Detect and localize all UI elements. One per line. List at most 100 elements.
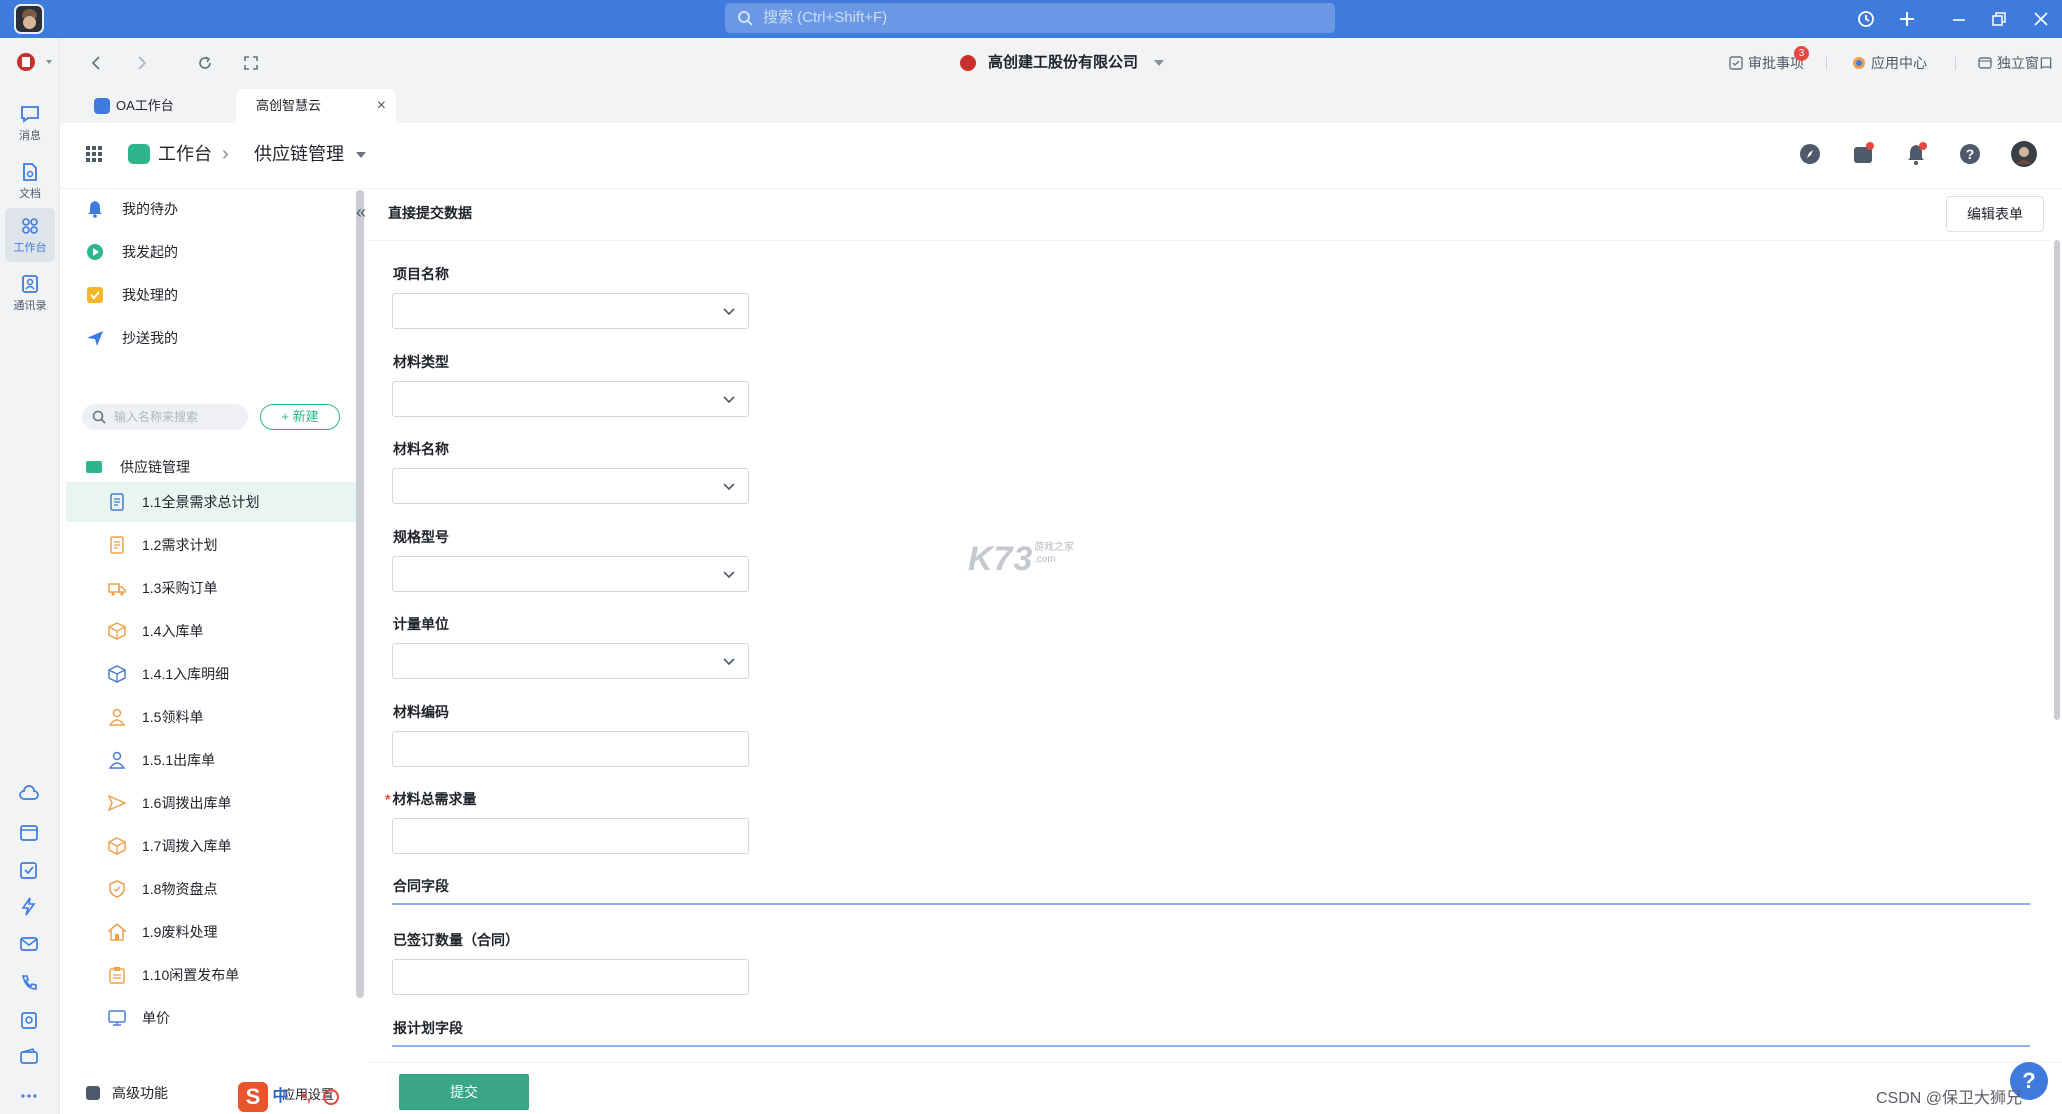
sidebar-form-item[interactable]: 1.5.1出库单: [66, 740, 356, 780]
sidebar-form-item[interactable]: 1.3采购订单: [66, 568, 356, 608]
history-icon[interactable]: [1856, 9, 1876, 29]
section-divider: [392, 1045, 2030, 1047]
sidebar-form-item[interactable]: 1.8物资盘点: [66, 869, 356, 909]
lightning-icon[interactable]: [18, 896, 40, 916]
wallet-icon[interactable]: [18, 1046, 40, 1066]
help-icon[interactable]: ?: [1958, 142, 1982, 166]
sidebar-form-item[interactable]: 1.4.1入库明细: [66, 654, 356, 694]
rail-item-docs[interactable]: 文档: [5, 154, 55, 208]
select-field[interactable]: [392, 643, 749, 679]
signed-qty-field[interactable]: [392, 959, 749, 995]
more-icon[interactable]: [18, 1086, 40, 1106]
folder-supply-chain[interactable]: 供应链管理: [86, 452, 190, 482]
divider: [1955, 56, 1956, 70]
doc-icon: [108, 493, 126, 511]
title-bar: 搜索 (Ctrl+Shift+F): [0, 0, 2062, 38]
rail-item-workbench[interactable]: 工作台: [5, 208, 55, 262]
sidebar-item-initiated[interactable]: 我发起的: [86, 237, 178, 267]
compass-icon[interactable]: [1798, 142, 1822, 166]
sidebar-form-item[interactable]: 1.10闲置发布单: [66, 955, 356, 995]
box-icon: [108, 665, 126, 683]
sidebar-form-label: 1.6调拨出库单: [142, 795, 232, 811]
clipboard-icon[interactable]: [18, 1010, 40, 1030]
chevron-down-icon: [722, 656, 736, 668]
breadcrumb-current[interactable]: 供应链管理: [254, 140, 344, 168]
sidebar-form-item[interactable]: 1.7调拨入库单: [66, 826, 356, 866]
form-scrollbar[interactable]: [2054, 240, 2060, 720]
field-label: 项目名称: [393, 266, 449, 282]
search-icon: [92, 410, 106, 424]
new-button[interactable]: + 新建: [260, 404, 340, 430]
collapse-sidebar-icon[interactable]: «: [356, 202, 366, 223]
tab-oa-workbench[interactable]: OA工作台: [82, 89, 232, 123]
task-check-icon[interactable]: [18, 860, 40, 880]
sidebar-item-handled[interactable]: 我处理的: [86, 280, 178, 310]
back-icon[interactable]: [88, 54, 104, 72]
doc-icon: [108, 536, 126, 554]
calendar-icon[interactable]: [18, 822, 40, 842]
brand-logo[interactable]: [16, 52, 52, 72]
text-field[interactable]: [392, 731, 749, 767]
select-field[interactable]: [392, 293, 749, 329]
box-icon: [108, 837, 126, 855]
standalone-window-link[interactable]: 独立窗口: [1977, 53, 2053, 73]
box-icon: [108, 622, 126, 640]
user-avatar[interactable]: [14, 4, 44, 34]
forward-icon[interactable]: [134, 54, 150, 72]
ime-toolbar[interactable]: S 中 •,: [238, 1080, 340, 1114]
advanced-features-button[interactable]: 高级功能: [86, 1082, 168, 1104]
close-icon[interactable]: [2032, 9, 2050, 29]
fullscreen-icon[interactable]: [242, 54, 260, 72]
apps-grid-icon[interactable]: [84, 144, 104, 164]
edit-form-button[interactable]: 编辑表单: [1946, 196, 2044, 232]
approve-link[interactable]: 审批事项: [1728, 53, 1804, 73]
sidebar-form-label: 1.5.1出库单: [142, 752, 216, 768]
required-mark: *: [385, 791, 391, 807]
text-field[interactable]: [392, 818, 749, 854]
chevron-down-icon: [722, 481, 736, 493]
global-search-input[interactable]: 搜索 (Ctrl+Shift+F): [725, 3, 1335, 33]
csdn-watermark: CSDN @保卫大狮兄: [1876, 1090, 2023, 1107]
refresh-icon[interactable]: [196, 54, 214, 72]
company-switcher[interactable]: 高创建工股份有限公司: [960, 50, 1165, 76]
sidebar-form-item[interactable]: 1.1全景需求总计划: [66, 482, 356, 522]
tab-close-icon[interactable]: ×: [377, 89, 386, 123]
cloud-icon[interactable]: [18, 784, 40, 804]
phone-icon[interactable]: [18, 972, 40, 992]
user-avatar[interactable]: [2010, 140, 2038, 168]
plus-icon[interactable]: [1897, 9, 1917, 29]
document-icon: [23, 163, 37, 181]
sidebar-scrollbar[interactable]: [356, 190, 364, 998]
chevron-down-icon: [722, 394, 736, 406]
tab-gaochuang-cloud[interactable]: 高创智慧云 ×: [236, 89, 396, 123]
checked-box-icon: [86, 286, 104, 304]
select-field[interactable]: [392, 381, 749, 417]
select-field[interactable]: [392, 556, 749, 592]
sidebar-search-input[interactable]: 输入名称来搜索: [82, 404, 248, 430]
mail-icon[interactable]: [18, 934, 40, 954]
sidebar-form-item[interactable]: 1.5领料单: [66, 697, 356, 737]
app-center-icon: [1851, 55, 1867, 71]
monitor-icon: [108, 1009, 126, 1027]
sidebar-item-cc[interactable]: 抄送我的: [86, 323, 178, 353]
chevron-down-icon[interactable]: [356, 152, 366, 158]
app-center-link[interactable]: 应用中心: [1851, 53, 1927, 73]
submit-button[interactable]: 提交: [399, 1074, 529, 1110]
breadcrumb-separator-icon: ›: [222, 143, 229, 165]
breadcrumb-workbench[interactable]: 工作台: [128, 140, 212, 168]
divider: [1826, 56, 1827, 70]
minimize-icon[interactable]: [1950, 9, 1968, 29]
rail-item-messages[interactable]: 消息: [5, 96, 55, 150]
sidebar-item-my-todo[interactable]: 我的待办: [86, 194, 178, 224]
sidebar-form-item[interactable]: 1.4入库单: [66, 611, 356, 651]
sidebar-form-item[interactable]: 1.6调拨出库单: [66, 783, 356, 823]
company-logo-icon: [960, 55, 976, 71]
select-field[interactable]: [392, 468, 749, 504]
restore-icon[interactable]: [1990, 9, 2008, 29]
field-label: 规格型号: [393, 529, 449, 545]
sidebar-form-item[interactable]: 1.9废料处理: [66, 912, 356, 952]
sidebar-form-item[interactable]: 1.2需求计划: [66, 525, 356, 565]
rail-item-contacts[interactable]: 通讯录: [5, 266, 55, 320]
sidebar-form-item[interactable]: 单价: [66, 998, 356, 1038]
divider: [368, 240, 2050, 241]
